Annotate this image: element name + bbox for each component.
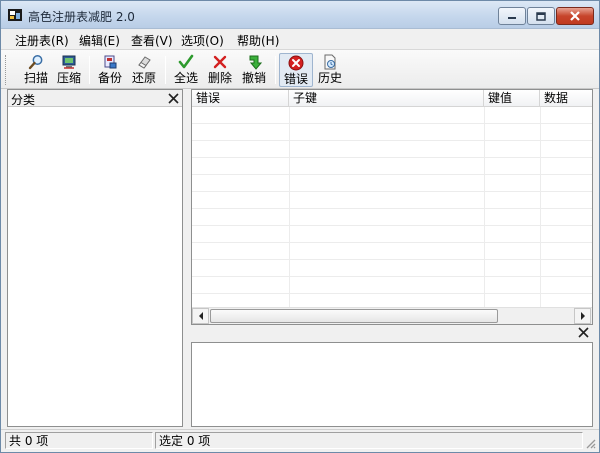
arrow-right-icon xyxy=(580,312,585,320)
minimize-icon xyxy=(508,17,516,19)
toolbar-separator xyxy=(165,56,166,84)
resize-grip-icon[interactable] xyxy=(584,437,596,449)
backup-icon xyxy=(104,55,117,69)
compress-computer-icon xyxy=(62,55,76,69)
grid-header: 错误 子键 键值 数据 xyxy=(192,90,592,107)
menu-registry[interactable]: 注册表(R) xyxy=(15,32,69,49)
close-icon[interactable] xyxy=(168,93,179,104)
close-button[interactable] xyxy=(556,7,594,25)
scan-label: 扫描 xyxy=(23,71,48,85)
history-document-icon xyxy=(324,54,336,70)
app-window: 高色注册表减肥 2.0 注册表(R) 编辑(E) 查看(V) 选项(O) 帮助(… xyxy=(0,0,600,453)
menu-help[interactable]: 帮助(H) xyxy=(237,32,279,49)
menu-view[interactable]: 查看(V) xyxy=(131,32,173,49)
menu-edit[interactable]: 编辑(E) xyxy=(79,32,120,49)
toolbar: 扫描 压缩 备份 还原 全选 删除 撤销 错误 历史 xyxy=(1,49,599,89)
toolbar-separator xyxy=(89,56,90,84)
toolbar-grip[interactable] xyxy=(5,55,8,85)
compress-label: 压缩 xyxy=(56,71,81,85)
maximize-icon xyxy=(536,11,546,21)
scroll-left-button[interactable] xyxy=(192,308,209,324)
undo-label: 撤销 xyxy=(241,71,266,85)
menu-bar: 注册表(R) 编辑(E) 查看(V) 选项(O) 帮助(H) xyxy=(1,29,599,49)
checkmark-icon xyxy=(178,54,194,69)
restore-button[interactable]: 还原 xyxy=(127,53,161,87)
status-selected: 选定 0 项 xyxy=(155,432,583,449)
arrow-left-icon xyxy=(198,312,203,320)
red-x-icon xyxy=(213,55,227,69)
history-label: 历史 xyxy=(317,71,342,85)
category-panel[interactable]: 分类 xyxy=(7,89,183,427)
history-button[interactable]: 历史 xyxy=(313,53,347,87)
errors-toggle-button[interactable]: 错误 xyxy=(279,53,313,87)
select-all-button[interactable]: 全选 xyxy=(169,53,203,87)
maximize-button[interactable] xyxy=(527,7,555,25)
horizontal-scrollbar[interactable] xyxy=(192,307,592,324)
grid-column-divider xyxy=(484,107,485,307)
window-title: 高色注册表减肥 2.0 xyxy=(28,10,135,24)
results-grid[interactable]: 错误 子键 键值 数据 xyxy=(191,89,593,325)
magnifier-icon xyxy=(28,55,43,70)
column-header-subkey[interactable]: 子键 xyxy=(289,90,484,107)
menu-options[interactable]: 选项(O) xyxy=(181,32,224,49)
detail-pane[interactable] xyxy=(191,342,593,427)
title-bar[interactable]: 高色注册表减肥 2.0 xyxy=(1,1,599,29)
grid-column-divider xyxy=(540,107,541,307)
toolbar-separator xyxy=(275,56,276,84)
category-panel-title: 分类 xyxy=(11,93,36,107)
status-total: 共 0 项 xyxy=(5,432,153,449)
scan-button[interactable]: 扫描 xyxy=(19,53,53,87)
backup-label: 备份 xyxy=(97,71,122,85)
close-icon xyxy=(570,11,580,21)
backup-button[interactable]: 备份 xyxy=(93,53,127,87)
column-header-error[interactable]: 错误 xyxy=(192,90,289,107)
app-icon xyxy=(8,9,22,21)
grid-body[interactable] xyxy=(192,107,592,307)
minimize-button[interactable] xyxy=(498,7,526,25)
restore-eraser-icon xyxy=(138,56,151,69)
errors-label: 错误 xyxy=(283,72,308,86)
compress-button[interactable]: 压缩 xyxy=(52,53,86,87)
scroll-thumb[interactable] xyxy=(210,309,498,323)
select-all-label: 全选 xyxy=(173,71,198,85)
category-panel-header: 分类 xyxy=(8,90,182,107)
undo-button[interactable]: 撤销 xyxy=(237,53,271,87)
restore-label: 还原 xyxy=(131,71,156,85)
status-bar: 共 0 项 选定 0 项 xyxy=(1,429,599,452)
column-header-value[interactable]: 键值 xyxy=(484,90,540,107)
close-icon[interactable] xyxy=(578,327,589,338)
undo-arrow-icon xyxy=(249,55,262,70)
error-circle-icon xyxy=(288,55,304,71)
scroll-right-button[interactable] xyxy=(574,308,591,324)
delete-button[interactable]: 删除 xyxy=(203,53,237,87)
delete-label: 删除 xyxy=(207,71,232,85)
column-header-data[interactable]: 数据 xyxy=(540,90,592,107)
grid-column-divider xyxy=(289,107,290,307)
